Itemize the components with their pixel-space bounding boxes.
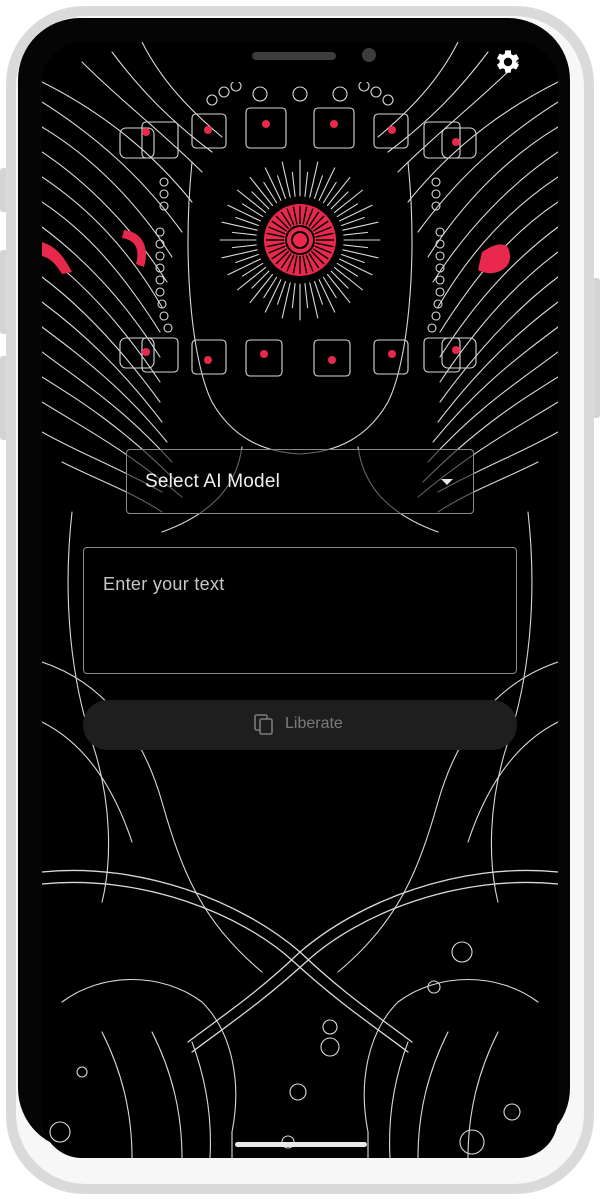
eye-boxes-bottom <box>119 337 477 377</box>
sunburst-ray <box>231 231 257 236</box>
sunburst-ray <box>343 244 369 249</box>
red-accents <box>42 120 510 364</box>
dropdown-arrow-icon <box>441 479 453 485</box>
sunburst-ray <box>264 167 282 201</box>
sunburst-ray <box>339 204 373 222</box>
copy-icon <box>254 714 273 735</box>
sunburst-ray <box>241 203 264 218</box>
bubbles <box>49 941 521 1155</box>
sunburst-ray <box>263 276 278 299</box>
device-camera <box>362 48 376 62</box>
bead-chain-left <box>155 177 173 333</box>
sunburst-ray <box>251 270 270 289</box>
sunburst-ray <box>336 262 359 277</box>
liberate-button[interactable]: Liberate <box>83 700 517 750</box>
sunburst-ray <box>231 244 257 249</box>
sunburst-ray <box>330 191 349 210</box>
right-feather-lines <box>377 42 558 513</box>
sunburst-ray <box>322 276 337 299</box>
hand-left <box>61 979 237 1158</box>
home-indicator[interactable] <box>235 1142 367 1147</box>
device-notch <box>168 42 432 82</box>
sunburst-ray <box>318 279 336 313</box>
gear-icon[interactable] <box>494 48 522 76</box>
sunburst-ray <box>336 203 359 218</box>
hand-right <box>363 979 539 1158</box>
text-input-field[interactable]: Enter your text <box>83 547 517 674</box>
sunburst-ray <box>343 231 369 236</box>
sunburst-ray <box>291 171 296 197</box>
sunburst-ray <box>304 283 309 309</box>
device-speaker <box>252 52 336 60</box>
text-input-placeholder: Enter your text <box>103 574 225 594</box>
sunburst-ray <box>330 270 349 289</box>
eye-boxes-top <box>119 107 477 159</box>
sunburst-ray <box>291 283 296 309</box>
bead-chain-right <box>427 177 445 333</box>
sunburst-ray <box>304 171 309 197</box>
liberate-button-label: Liberate <box>285 715 343 732</box>
ai-model-select[interactable]: Select AI Model <box>126 449 474 514</box>
bead-chain-top <box>206 80 394 106</box>
sunburst-ray <box>227 258 261 276</box>
chain-crossing <box>42 869 558 1053</box>
ai-model-select-label: Select AI Model <box>145 471 281 492</box>
sunburst-ray <box>263 181 278 204</box>
sunburst-ray <box>339 258 373 276</box>
sunburst-ray <box>264 279 282 313</box>
sunburst-ray <box>251 191 270 210</box>
sunburst-ray <box>318 167 336 201</box>
left-feather-lines <box>42 42 223 513</box>
sunburst-ray <box>322 181 337 204</box>
sunburst-ray <box>241 262 264 277</box>
sunburst-ray <box>227 204 261 222</box>
